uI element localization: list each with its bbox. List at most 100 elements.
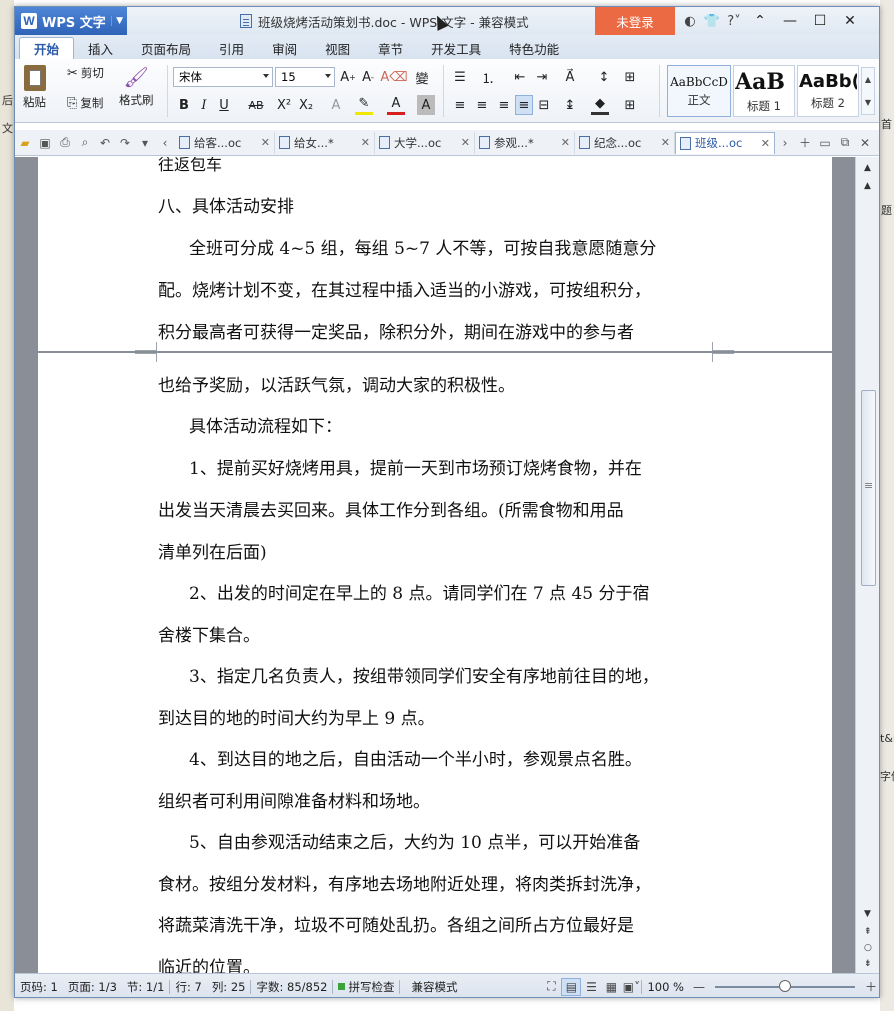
justify-icon[interactable]: ≡ (515, 95, 533, 115)
tab-chapter[interactable]: 章节 (364, 37, 417, 59)
skin-icon[interactable]: ◐ (679, 7, 701, 35)
doc-tab[interactable]: 大学...oc ✕ (375, 131, 475, 154)
shading-icon[interactable]: ◆ (591, 95, 609, 115)
close-button[interactable]: ✕ (835, 7, 865, 35)
numbering-icon[interactable]: ⒈ (479, 67, 497, 87)
doc-tab[interactable]: 给客...oc ✕ (175, 131, 275, 154)
tab-developer[interactable]: 开发工具 (417, 37, 495, 59)
tab-insert[interactable]: 插入 (74, 37, 127, 59)
zoom-out-icon[interactable]: — (689, 978, 709, 996)
tabs-scroll-left-icon[interactable]: ‹ (155, 130, 175, 156)
scroll-up-icon[interactable]: ▲ (864, 181, 871, 191)
browse-object-icon[interactable]: ○ (864, 943, 872, 953)
status-section[interactable]: 节: 1/1 (122, 979, 170, 995)
next-page-icon[interactable]: ⇟ (864, 959, 872, 969)
superscript-icon[interactable]: X² (275, 95, 293, 115)
undo-icon[interactable]: ↶ (95, 130, 115, 156)
doc-tab[interactable]: 参观...* ✕ (475, 131, 575, 154)
doc-tab[interactable]: 给女...* ✕ (275, 131, 375, 154)
close-icon[interactable]: ✕ (661, 136, 670, 149)
doc-tab-active[interactable]: 班级...oc ✕ (675, 131, 775, 154)
zoom-level[interactable]: 100 % (642, 980, 689, 994)
status-row[interactable]: 行: 7 (170, 979, 206, 995)
increase-indent-icon[interactable]: ⇥ (533, 67, 551, 87)
window-restore-icon[interactable]: ⧉ (835, 130, 855, 156)
borders-icon[interactable]: ⊞ (621, 95, 639, 115)
login-button[interactable]: 未登录 (595, 7, 675, 35)
strikethrough-icon[interactable]: AB (243, 95, 269, 115)
collapse-ribbon-button[interactable]: ⌃ (745, 7, 775, 35)
scroll-top-icon[interactable]: ▲ (864, 163, 871, 173)
subscript-icon[interactable]: X₂ (297, 95, 315, 115)
page[interactable]: 往返包车 八、具体活动安排 全班可分成 4~5 组，每组 5~7 人不等，可按自… (38, 157, 832, 351)
font-color-icon[interactable]: A (387, 95, 405, 115)
cut-button[interactable]: ✂ 剪切 (67, 65, 104, 81)
close-icon[interactable]: ✕ (361, 136, 370, 149)
tab-view[interactable]: 视图 (311, 37, 364, 59)
grow-font-icon[interactable]: A + (339, 67, 357, 87)
align-center-icon[interactable]: ≡ (473, 95, 491, 115)
tab-references[interactable]: 引用 (205, 37, 258, 59)
status-word-count[interactable]: 字数: 85/852 (251, 979, 332, 995)
text-effect-icon[interactable]: A (327, 95, 345, 115)
previous-page-icon[interactable]: ⇞ (864, 927, 872, 937)
open-folder-icon[interactable]: ▰ (15, 130, 35, 156)
help-icon[interactable]: ?˅ (723, 7, 745, 35)
font-name-select[interactable]: 宋体 (173, 67, 273, 87)
italic-icon[interactable]: I (195, 95, 213, 115)
tab-review[interactable]: 审阅 (258, 37, 311, 59)
page-view-icon[interactable]: ▤ (561, 977, 582, 996)
document-canvas[interactable]: 往返包车 八、具体活动安排 全班可分成 4~5 组，每组 5~7 人不等，可按自… (15, 157, 855, 973)
decrease-indent-icon[interactable]: ⇤ (511, 67, 529, 87)
tab-list-icon[interactable]: ▭ (815, 130, 835, 156)
style-heading-2[interactable]: AaBb( 标题 2 (797, 65, 859, 117)
zoom-slider-handle[interactable] (779, 979, 791, 992)
bullets-icon[interactable]: ☰ (451, 67, 469, 87)
font-size-select[interactable]: 15 (275, 67, 335, 87)
reading-view-icon[interactable]: ▣˅ (621, 978, 641, 996)
align-right-icon[interactable]: ≡ (495, 95, 513, 115)
vertical-scrollbar[interactable]: ▲ ▲ ▼ ⇞ ○ ⇟ (855, 157, 879, 973)
zoom-slider[interactable] (715, 979, 855, 992)
paste-button[interactable]: 粘贴 (23, 65, 46, 110)
close-icon[interactable]: ✕ (461, 136, 470, 149)
styles-scroll[interactable]: ▲ ▼ (861, 67, 875, 115)
format-painter-button[interactable]: 🖌 格式刷 (119, 65, 154, 108)
bold-icon[interactable]: B (175, 95, 193, 115)
tab-page-layout[interactable]: 页面布局 (127, 37, 205, 59)
sort-icon[interactable]: ↕ (595, 67, 613, 87)
distributed-icon[interactable]: ⊟ (535, 95, 553, 115)
underline-icon[interactable]: U (215, 95, 233, 115)
clear-format-icon[interactable]: A⌫ (380, 67, 407, 87)
web-view-icon[interactable]: ▦ (601, 978, 621, 996)
close-icon[interactable]: ✕ (561, 136, 570, 149)
status-page-code[interactable]: 页码: 1 (15, 979, 63, 995)
print-preview-icon[interactable]: ⌕ (75, 130, 95, 156)
new-tab-icon[interactable]: ＋ (795, 130, 815, 156)
quick-access-menu-icon[interactable]: ▾ (135, 130, 155, 156)
char-shading-icon[interactable]: A (417, 95, 435, 115)
status-pages[interactable]: 页面: 1/3 (63, 979, 122, 995)
close-all-icon[interactable]: ✕ (855, 130, 875, 156)
tabs-scroll-right-icon[interactable]: › (775, 130, 795, 156)
app-menu-button[interactable]: W WPS 文字 ▼ (15, 7, 127, 35)
zoom-in-icon[interactable]: ＋ (861, 978, 879, 996)
shrink-font-icon[interactable]: A- (359, 67, 377, 87)
status-column[interactable]: 列: 25 (207, 979, 251, 995)
style-normal[interactable]: AaBbCcD 正文 (667, 65, 731, 117)
spell-check-toggle[interactable]: 拼写检查 (333, 979, 399, 995)
shirt-icon[interactable]: 👕 (701, 7, 723, 35)
save-icon[interactable]: ▣ (35, 130, 55, 156)
highlight-icon[interactable]: ✎ (355, 95, 373, 115)
close-icon[interactable]: ✕ (261, 136, 270, 149)
copy-button[interactable]: ⎘ 复制 (67, 95, 103, 111)
scrollbar-thumb[interactable] (861, 390, 876, 586)
line-spacing-icon[interactable]: ↨ (561, 95, 579, 115)
redo-icon[interactable]: ↷ (115, 130, 135, 156)
tab-special-features[interactable]: 特色功能 (495, 37, 573, 59)
table-icon[interactable]: ⊞ (621, 67, 639, 87)
close-icon[interactable]: ✕ (761, 137, 770, 150)
style-heading-1[interactable]: AaB 标题 1 (733, 65, 795, 117)
text-direction-icon[interactable]: A⃗ (561, 67, 579, 87)
doc-tab[interactable]: 纪念...oc ✕ (575, 131, 675, 154)
